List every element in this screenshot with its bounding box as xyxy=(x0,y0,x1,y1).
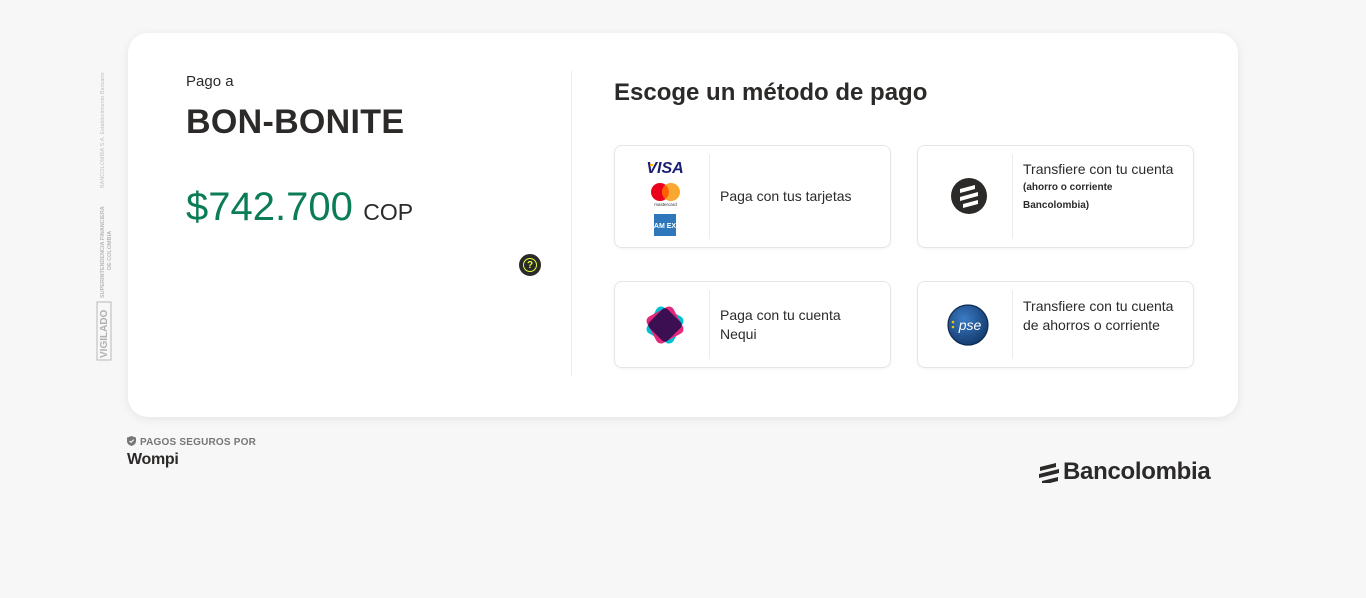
bancolombia-logo: Bancolombia xyxy=(1038,458,1211,488)
shield-icon xyxy=(127,436,136,446)
nequi-icon xyxy=(646,306,684,344)
secure-payments-text: PAGOS SEGUROS POR xyxy=(140,437,257,448)
card-payment-label: Paga con tus tarjetas xyxy=(720,188,852,204)
wompi-logo: Wompi xyxy=(127,451,179,468)
method-title: Escoge un método de pago xyxy=(614,79,928,106)
vigilado-text: VIGILADO xyxy=(99,309,110,358)
nequi-option[interactable]: Paga con tu cuenta Nequi xyxy=(614,281,891,368)
nequi-label: Paga con tu cuenta Nequi xyxy=(720,307,841,342)
pse-label: Transfiere con tu cuenta de ahorros o co… xyxy=(1023,298,1174,333)
checkout-card: Pago a BON-BONITE $742.700 COP ? Escoge … xyxy=(128,33,1238,417)
bancolombia-transfer-note: (ahorro o corriente Bancolombia) xyxy=(1023,182,1113,211)
mastercard-text: mastercard xyxy=(654,202,677,207)
amex-logo: AM EX xyxy=(654,223,677,230)
pse-text: pse xyxy=(958,317,982,333)
help-symbol: ? xyxy=(526,260,534,271)
pse-option[interactable]: pse Transfiere con tu cuenta de ahorros … xyxy=(917,281,1194,368)
card-logos-icon: VISA mastercard AM EX xyxy=(646,160,684,236)
card-payment-option[interactable]: VISA mastercard AM EX Paga con tus tarje… xyxy=(614,145,891,248)
bancolombia-transfer-text: Transfiere con tu cuenta xyxy=(1023,161,1174,177)
nequi-icon-col xyxy=(615,290,710,359)
card-brands: VISA mastercard AM EX xyxy=(615,154,710,239)
pse-icon-col: pse xyxy=(918,290,1013,359)
help-icon[interactable]: ? xyxy=(519,254,541,276)
vigilado-seal: VIGILADO SUPERINTENDENCIA FINANCIERA DE … xyxy=(96,40,118,362)
amount-row: $742.700 COP xyxy=(186,185,413,230)
bancolombia-transfer-option[interactable]: Transfiere con tu cuenta (ahorro o corri… xyxy=(917,145,1194,248)
pay-to-label: Pago a xyxy=(186,73,234,90)
currency-label: COP xyxy=(363,199,414,225)
visa-logo: VISA xyxy=(646,160,683,177)
superintendencia-text: SUPERINTENDENCIA FINANCIERA xyxy=(100,206,106,298)
establecimiento-text: BANCOLOMBIA S.A. Establecimiento Bancari… xyxy=(100,72,106,188)
bancolombia-icon xyxy=(951,178,987,214)
de-colombia-text: DE COLOMBIA xyxy=(107,231,113,270)
merchant-name: BON-BONITE xyxy=(186,103,405,141)
bancolombia-logo-text: Bancolombia xyxy=(1063,458,1211,485)
bancolombia-icon-col xyxy=(918,154,1013,239)
bancolombia-logo-icon xyxy=(1039,463,1059,485)
divider xyxy=(571,71,572,376)
pse-icon: pse xyxy=(947,304,989,346)
bancolombia-transfer-label: Transfiere con tu cuenta (ahorro o corri… xyxy=(1023,160,1179,215)
secure-payments-label: PAGOS SEGUROS POR xyxy=(127,436,256,448)
amount-value: $742.700 xyxy=(186,185,353,229)
